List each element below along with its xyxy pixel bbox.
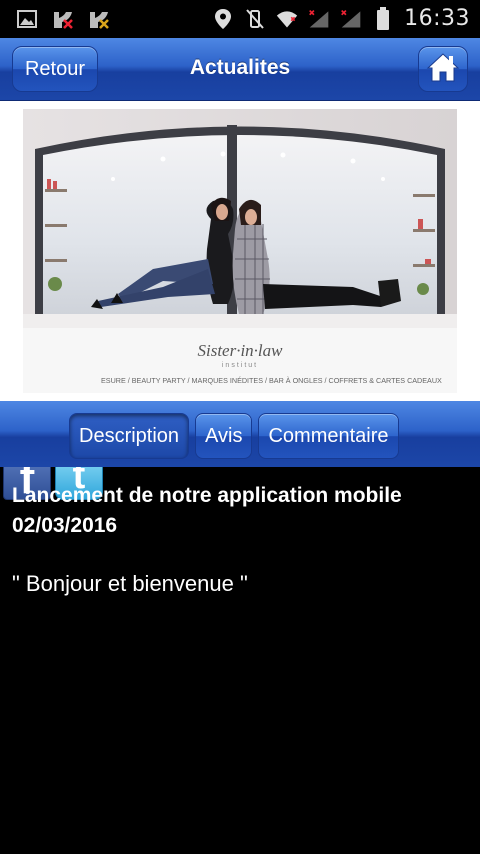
tab-description[interactable]: Description [69,413,190,459]
article-body: " Bonjour et bienvenue " [12,571,248,596]
status-time: 16:33 [404,6,470,31]
logo-subtext: institut [222,362,258,369]
logo-text: Sister·in·law [197,341,283,360]
back-button[interactable]: Retour [12,46,98,92]
signal-icon [340,8,362,30]
battery-icon [372,6,394,30]
tab-avis[interactable]: Avis [195,413,253,459]
news-photo[interactable]: Sister·in·law institut ESURE / BEAUTY PA… [23,109,457,393]
tab-commentaire[interactable]: Commentaire [258,413,399,459]
photo-area: Sister·in·law institut ESURE / BEAUTY PA… [0,101,480,500]
signal-icon [308,8,330,30]
app-header: Retour Actualites [0,38,480,101]
home-button[interactable] [418,46,468,92]
missed-call-icon [88,8,110,30]
status-bar: 16:33 [0,0,480,38]
article-content: Lancement de notre application mobile 02… [12,481,468,597]
page-title: Actualites [189,56,291,79]
image-icon [16,8,38,30]
missed-call-icon [52,8,74,30]
location-icon [212,8,234,30]
article-headline: Lancement de notre application mobile 02… [12,484,402,537]
vibrate-off-icon [244,8,266,30]
tab-bar: Description Avis Commentaire [0,401,480,467]
home-icon [426,51,460,88]
photo-caption-strip: ESURE / BEAUTY PARTY / MARQUES INÉDITES … [101,376,442,385]
wifi-icon [276,8,298,30]
